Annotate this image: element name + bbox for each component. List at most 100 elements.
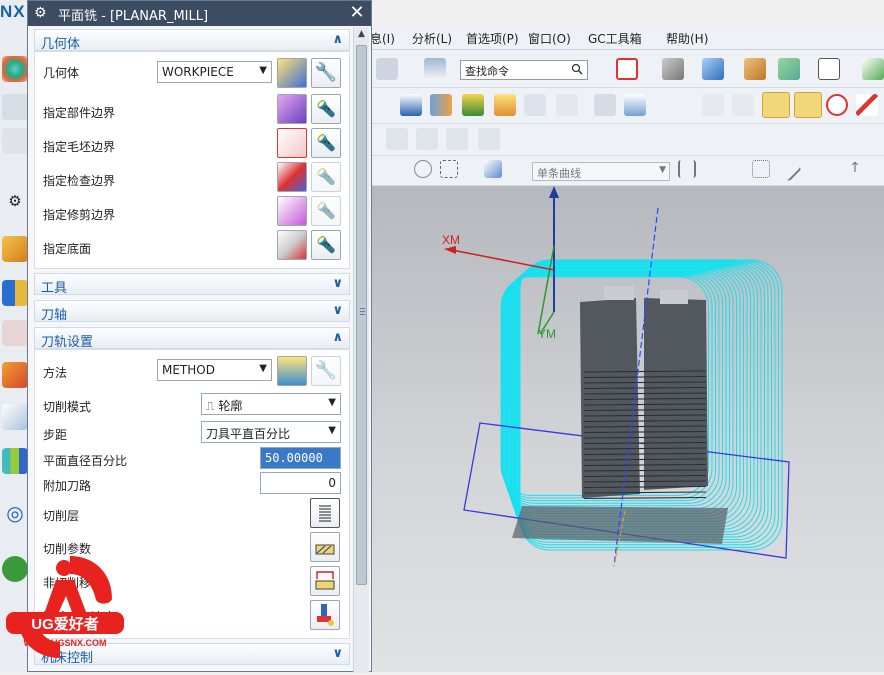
graphics-viewport[interactable]: XM YM: [372, 186, 884, 672]
more-tools-icon[interactable]: [862, 58, 884, 80]
chevron-down-icon[interactable]: ∨: [332, 646, 343, 661]
shop-documentation-icon[interactable]: [624, 94, 646, 116]
close-button[interactable]: ✕: [346, 3, 368, 23]
snap-icon[interactable]: [414, 160, 432, 178]
search-command-input[interactable]: 查找命令: [460, 60, 588, 80]
cut-levels-button[interactable]: [310, 498, 340, 528]
geometry-dropdown[interactable]: WORKPIECE ▼: [157, 61, 272, 83]
gear-icon[interactable]: ⚙: [2, 188, 28, 214]
chevron-up-icon[interactable]: ∧: [332, 330, 343, 345]
dialog-scrollbar[interactable]: ▲: [353, 27, 369, 673]
cutting-parameters-button[interactable]: [310, 532, 340, 562]
chevron-down-icon[interactable]: ∨: [332, 303, 343, 318]
scroll-up-button[interactable]: ▲: [354, 29, 369, 41]
additional-passes-input[interactable]: 0: [260, 472, 341, 494]
menu-bar: 息(I) 分析(L) 首选项(P) 窗口(O) GC工具箱 帮助(H): [366, 26, 884, 50]
snap-grid-icon[interactable]: [752, 160, 770, 178]
cut-pattern-dropdown[interactable]: ⎍ 轮廓 ▼: [201, 393, 341, 415]
display-toolpath-icon[interactable]: [702, 94, 724, 116]
percent-tool-flat-input[interactable]: 50.00000: [260, 447, 341, 469]
search-icon[interactable]: [571, 63, 583, 75]
dialog-title: 平面铣 - [PLANAR_MILL]: [58, 9, 209, 24]
display-flashlight-icon[interactable]: 🔦: [311, 230, 341, 260]
section-path-header[interactable]: 刀轨设置 ∧: [34, 327, 350, 350]
create-operation-icon[interactable]: [524, 94, 546, 116]
chevron-down-icon[interactable]: ∨: [332, 276, 343, 291]
curve-rule-dropdown[interactable]: 单条曲线 ▼: [532, 162, 670, 181]
operation-navigator-icon[interactable]: [2, 236, 28, 262]
create-geometry-icon[interactable]: [462, 94, 484, 116]
menu-help[interactable]: 帮助(H): [666, 30, 708, 47]
part-navigator-icon[interactable]: [2, 94, 28, 120]
cutting-parameters-icon: [315, 544, 335, 555]
information-icon[interactable]: [424, 58, 446, 80]
edit-section-icon[interactable]: [778, 58, 800, 80]
menu-preferences[interactable]: 首选项(P): [466, 30, 519, 47]
cut-levels-toolbar-icon[interactable]: [762, 92, 790, 118]
globe-icon[interactable]: [2, 56, 28, 82]
specify-floor-button[interactable]: [277, 230, 307, 260]
background-icon[interactable]: [744, 58, 766, 80]
zm-arrow: [549, 186, 559, 198]
section-geometry-header[interactable]: 几何体 ∧: [34, 29, 350, 52]
replay-icon[interactable]: [732, 94, 754, 116]
roles-icon[interactable]: [2, 448, 28, 474]
feeds-speeds-button[interactable]: [310, 600, 340, 630]
shaded-cube-icon[interactable]: [702, 58, 724, 80]
list-toolpath-icon[interactable]: [446, 128, 468, 150]
history-icon[interactable]: [2, 362, 28, 388]
specify-part-boundary-button[interactable]: [277, 94, 307, 124]
geometry-value: WORKPIECE: [162, 65, 234, 79]
cut-pattern-label: 切削模式: [43, 400, 92, 414]
rectangle-select-icon[interactable]: [440, 160, 458, 178]
fit-view-icon[interactable]: [616, 58, 638, 80]
watermark-text: UG爱好者: [31, 615, 99, 633]
snap-up-icon[interactable]: ↑: [846, 160, 864, 178]
layer-settings-icon[interactable]: [376, 58, 398, 80]
window-icon[interactable]: [818, 58, 840, 80]
reuse-library-icon[interactable]: [2, 320, 28, 346]
machine-tool-icon[interactable]: [2, 280, 28, 306]
feeds-speeds-icon: [317, 604, 334, 626]
non-cutting-moves-toolbar-icon[interactable]: [794, 92, 822, 118]
method-dropdown[interactable]: METHOD ▼: [157, 359, 272, 381]
postprocess-icon[interactable]: [386, 128, 408, 150]
point-icon[interactable]: [826, 94, 848, 116]
section-axis-header[interactable]: 刀轴 ∨: [34, 300, 350, 323]
chevron-up-icon[interactable]: ∧: [332, 32, 343, 47]
assembly-icon[interactable]: [2, 128, 28, 154]
specify-trim-boundary-button[interactable]: [277, 196, 307, 226]
verify-toolpath-icon[interactable]: [594, 94, 616, 116]
menu-window[interactable]: 窗口(O): [528, 30, 571, 47]
create-program-icon[interactable]: [400, 94, 422, 116]
menu-gc-toolbox[interactable]: GC工具箱: [588, 30, 642, 47]
output-cls-icon[interactable]: [416, 128, 438, 150]
menu-analysis[interactable]: 分析(L): [412, 30, 452, 47]
generate-toolpath-icon[interactable]: [556, 94, 578, 116]
edit-geometry-button[interactable]: 🔧: [311, 58, 341, 88]
stepover-dropdown[interactable]: 刀具平直百分比 ▼: [201, 421, 341, 443]
render-style-icon[interactable]: [662, 58, 684, 80]
display-flashlight-icon[interactable]: 🔦: [311, 128, 341, 158]
dialog-titlebar[interactable]: ⚙ 平面铣 - [PLANAR_MILL] ✕: [28, 1, 371, 26]
display-flashlight-icon[interactable]: 🔦: [311, 94, 341, 124]
section-tool-header[interactable]: 工具 ∨: [34, 273, 350, 296]
specify-blank-boundary-button[interactable]: [277, 128, 307, 158]
system-materials-icon[interactable]: [2, 404, 28, 430]
menu-info[interactable]: 息(I): [370, 30, 395, 47]
part-top-right: [660, 290, 688, 304]
specify-check-boundary-button[interactable]: [277, 162, 307, 192]
batch-process-icon[interactable]: [478, 128, 500, 150]
snap-endpoint-icon[interactable]: [678, 160, 696, 178]
new-method-button[interactable]: [277, 356, 307, 386]
specify-trim-boundary-label: 指定修剪边界: [43, 208, 116, 222]
new-geometry-button[interactable]: [277, 58, 307, 88]
non-cutting-moves-button[interactable]: [310, 566, 340, 596]
spline-icon[interactable]: [856, 94, 878, 116]
cube-filter-icon[interactable]: [484, 160, 502, 178]
web-browser-icon[interactable]: ◎: [2, 500, 28, 526]
specify-check-boundary-label: 指定检查边界: [43, 174, 116, 188]
scroll-thumb[interactable]: [356, 45, 367, 585]
create-method-icon[interactable]: [494, 94, 516, 116]
create-tool-icon[interactable]: [430, 94, 452, 116]
